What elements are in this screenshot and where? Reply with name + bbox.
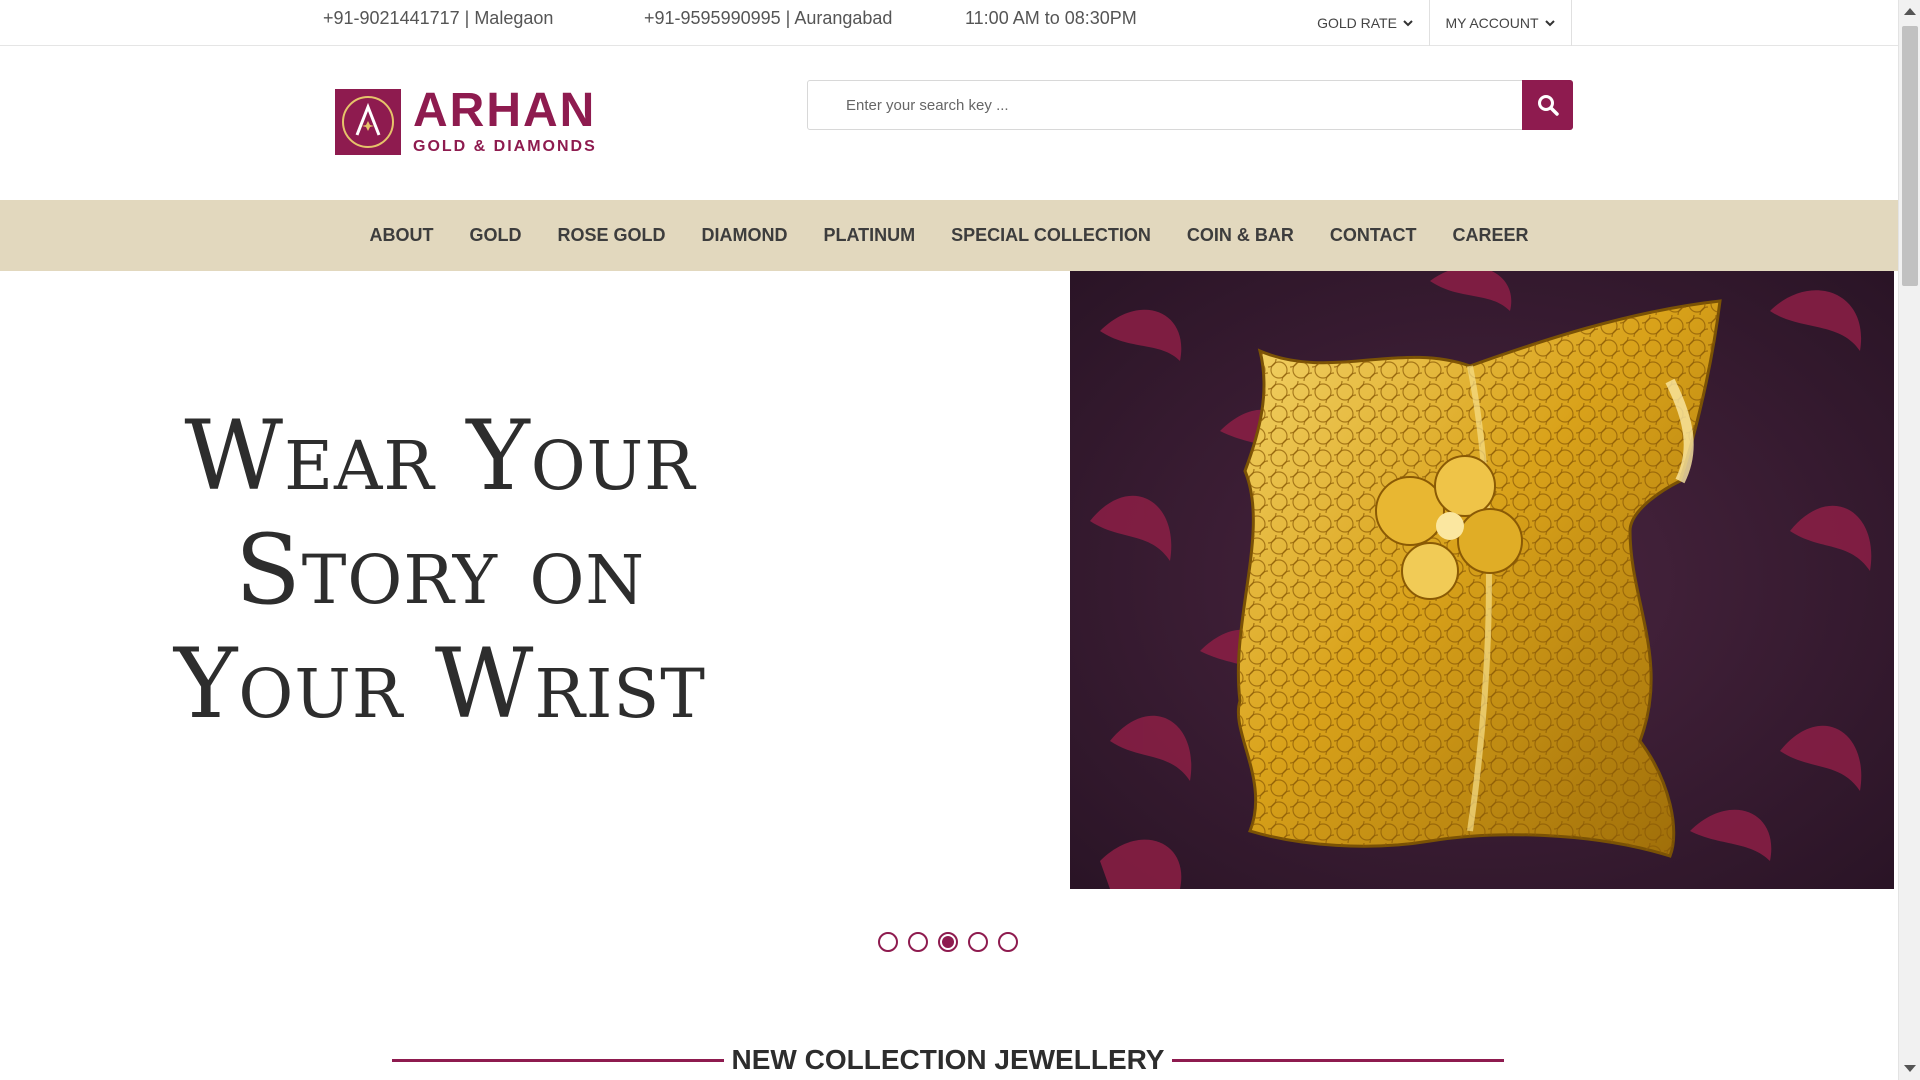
search-icon: [1537, 95, 1559, 116]
hero-banner[interactable]: Wear Your Story on Your Wrist: [0, 271, 1898, 889]
search-bar: [807, 80, 1573, 130]
new-collection-heading: NEW COLLECTION JEWELLERY: [392, 1040, 1504, 1080]
hero-bangle-image: [1070, 271, 1894, 889]
main-nav: ABOUT GOLD ROSE GOLD DIAMOND PLATINUM SP…: [0, 200, 1898, 271]
contact-malegaon: +91-9021441717 | Malegaon: [323, 8, 554, 28]
chevron-down-icon: [1544, 20, 1555, 27]
logo-mark: [335, 89, 401, 155]
section-title: NEW COLLECTION JEWELLERY: [731, 1044, 1165, 1075]
hero-line-3: Your Wrist: [174, 628, 706, 740]
nav-coin-bar[interactable]: COIN & BAR: [1187, 225, 1294, 246]
page-scrollbar[interactable]: [1898, 0, 1920, 1080]
nav-platinum[interactable]: PLATINUM: [824, 225, 916, 246]
nav-career[interactable]: CAREER: [1453, 225, 1529, 246]
search-input[interactable]: [808, 81, 1522, 129]
scroll-down-arrow-icon[interactable]: [1904, 1065, 1916, 1072]
heading-divider-right: [1172, 1058, 1504, 1062]
nav-diamond[interactable]: DIAMOND: [702, 225, 788, 246]
slider-dot-4[interactable]: [968, 932, 988, 952]
scrollbar-thumb[interactable]: [1902, 26, 1918, 286]
logo-subtitle: GOLD & DIAMONDS: [413, 138, 597, 155]
nav-about[interactable]: ABOUT: [369, 225, 433, 246]
hero-line-2: Story on: [234, 514, 646, 626]
my-account-label: MY ACCOUNT: [1445, 15, 1539, 31]
slider-dot-1[interactable]: [878, 932, 898, 952]
contact-aurangabad: +91-9595990995 | Aurangabad: [644, 8, 893, 28]
slider-dot-5[interactable]: [998, 932, 1018, 952]
site-logo[interactable]: ARHAN GOLD & DIAMONDS: [335, 84, 597, 156]
gold-rate-label: GOLD RATE: [1317, 15, 1397, 31]
slider-dots: [878, 932, 1018, 952]
hero-line-1: Wear Your: [184, 400, 696, 512]
nav-rose-gold[interactable]: ROSE GOLD: [557, 225, 665, 246]
heading-divider-left: [392, 1058, 724, 1062]
gold-rate-dropdown[interactable]: GOLD RATE: [1310, 0, 1430, 46]
slider-dot-3[interactable]: [938, 932, 958, 952]
nav-contact[interactable]: CONTACT: [1330, 225, 1417, 246]
hero-headline: Wear Your Story on Your Wrist: [60, 399, 820, 741]
logo-brand: ARHAN: [413, 84, 597, 137]
site-header: ARHAN GOLD & DIAMONDS: [0, 46, 1898, 200]
logo-emblem-icon: [342, 96, 394, 148]
nav-gold[interactable]: GOLD: [469, 225, 521, 246]
nav-special-collection[interactable]: SPECIAL COLLECTION: [951, 225, 1151, 246]
my-account-dropdown[interactable]: MY ACCOUNT: [1430, 0, 1572, 46]
search-button[interactable]: [1522, 80, 1573, 130]
scroll-up-arrow-icon[interactable]: [1904, 8, 1916, 15]
store-hours: 11:00 AM to 08:30PM: [965, 8, 1137, 28]
slider-dot-2[interactable]: [908, 932, 928, 952]
top-bar: +91-9021441717 | Malegaon +91-9595990995…: [0, 0, 1898, 46]
chevron-down-icon: [1403, 20, 1413, 27]
